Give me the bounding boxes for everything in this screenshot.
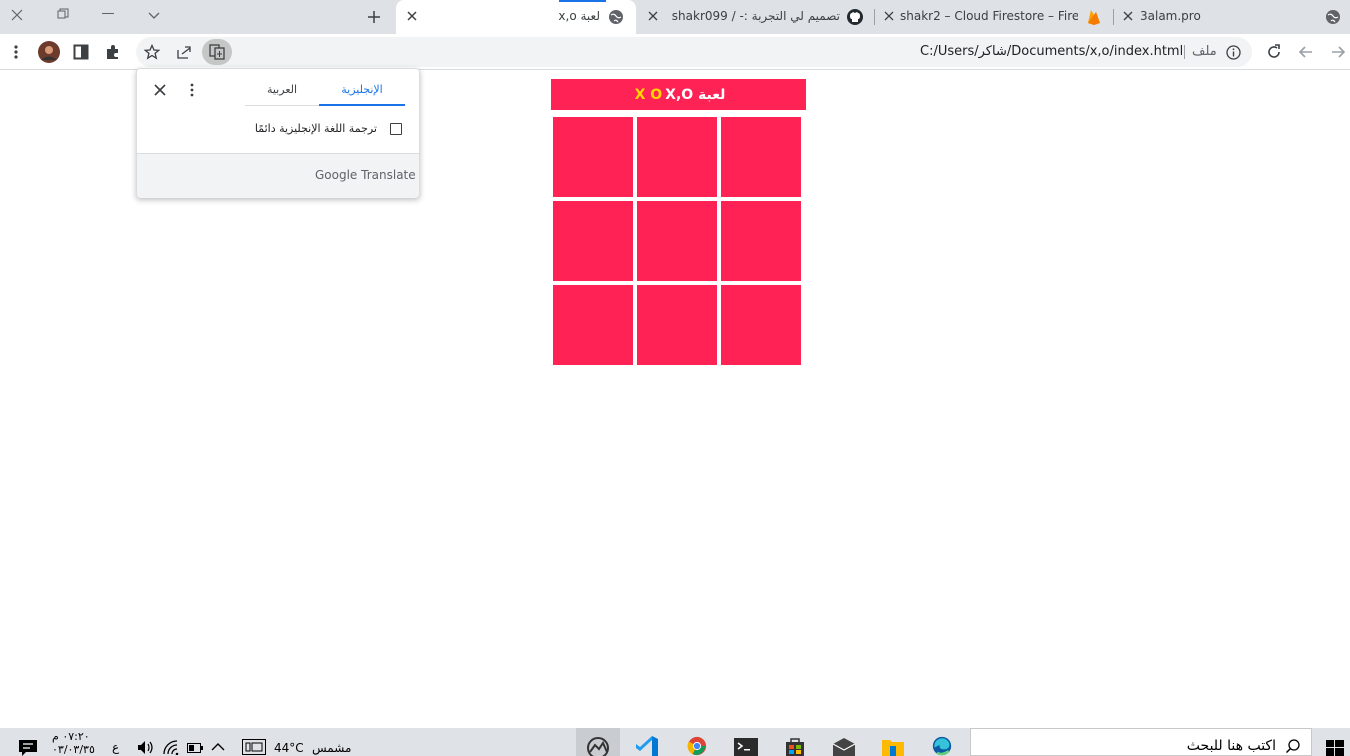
always-translate-checkbox[interactable] xyxy=(390,123,402,135)
url-text: C:/Users/شاكر/Documents/x,o/index.html xyxy=(920,44,1184,59)
forward-icon[interactable] xyxy=(1330,44,1346,60)
game-cell[interactable] xyxy=(721,285,801,365)
globe-icon xyxy=(608,9,624,25)
tab-english[interactable]: الإنجليزية xyxy=(319,79,405,106)
globe-icon xyxy=(1325,9,1341,25)
close-icon[interactable] xyxy=(154,84,166,96)
tab-title: shakr2 – Cloud Firestore – Fireba xyxy=(900,9,1078,23)
game-cell[interactable] xyxy=(721,117,801,197)
tab-strip: لعبة x,o تصميم لي التجربة :- / shakr099 … xyxy=(0,0,1350,34)
new-tab-button[interactable] xyxy=(366,9,382,25)
google-translate-logo: Google Translate xyxy=(315,168,416,182)
profile-avatar[interactable] xyxy=(38,41,60,63)
game-cell[interactable] xyxy=(553,285,633,365)
translate-footer: Google Translate xyxy=(137,153,419,198)
game-cell[interactable] xyxy=(637,285,717,365)
game-title: لعبة X,O X O xyxy=(551,79,806,110)
windows-start-icon[interactable] xyxy=(1326,740,1344,756)
tab-loading-indicator xyxy=(559,0,606,2)
extensions-icon[interactable] xyxy=(105,44,121,60)
restore-window-icon[interactable] xyxy=(57,8,69,20)
chrome-icon[interactable] xyxy=(686,736,708,756)
firebase-icon xyxy=(1086,8,1102,26)
bookmark-star-icon[interactable] xyxy=(144,44,160,60)
volume-icon[interactable] xyxy=(137,740,155,755)
browser-toolbar: C:/Users/شاكر/Documents/x,o/index.html م… xyxy=(0,34,1350,70)
game-cell[interactable] xyxy=(721,201,801,281)
weather-icon[interactable] xyxy=(242,739,266,755)
notification-icon[interactable] xyxy=(18,739,38,756)
side-panel-icon[interactable] xyxy=(73,44,89,60)
chevron-up-icon[interactable] xyxy=(211,742,225,752)
translate-icon[interactable] xyxy=(202,39,232,65)
github-icon xyxy=(846,8,864,26)
url-prefix: ملف xyxy=(1192,44,1217,59)
share-icon[interactable] xyxy=(176,44,192,60)
always-translate-label: ترجمة اللغة الإنجليزية دائمًا xyxy=(254,122,377,135)
weather-desc[interactable]: مشمس xyxy=(312,741,351,755)
game-cell[interactable] xyxy=(553,117,633,197)
battery-icon[interactable] xyxy=(187,743,203,753)
tab-search-icon[interactable] xyxy=(148,9,160,21)
tab-title: لعبة x,o xyxy=(558,9,600,23)
photos-app[interactable] xyxy=(576,728,620,756)
game-cell[interactable] xyxy=(637,201,717,281)
menu-icon[interactable] xyxy=(10,44,22,60)
close-window-icon[interactable] xyxy=(10,8,24,22)
info-icon[interactable] xyxy=(1226,45,1241,60)
taskbar: اكتب هنا للبحث ٠٧:٢٠ م ٠٣/٠٣/٣٥ ع 44°C م… xyxy=(0,728,1350,756)
game-title-text: لعبة X,O xyxy=(665,86,726,103)
wifi-icon[interactable] xyxy=(163,740,179,755)
reload-icon[interactable] xyxy=(1266,44,1282,60)
terminal-icon[interactable] xyxy=(734,738,758,756)
google-wordmark: Google xyxy=(315,168,358,182)
close-tab-icon[interactable] xyxy=(1122,10,1134,22)
translate-wordmark: Translate xyxy=(361,168,416,182)
game-title-letters: X O xyxy=(634,86,663,103)
weather-temp[interactable]: 44°C xyxy=(274,741,304,755)
tab-title: 3alam.pro xyxy=(1140,9,1201,23)
close-tab-icon[interactable] xyxy=(647,10,659,22)
taskbar-search[interactable]: اكتب هنا للبحث xyxy=(970,728,1312,756)
minimize-window-icon[interactable] xyxy=(102,13,114,15)
clock-time[interactable]: ٠٧:٢٠ م xyxy=(52,730,90,743)
file-explorer-icon[interactable] xyxy=(881,737,905,756)
tab-title: تصميم لي التجربة :- / shakr099 xyxy=(671,9,840,23)
address-bar[interactable]: C:/Users/شاكر/Documents/x,o/index.html م… xyxy=(136,37,1252,67)
edge-icon[interactable] xyxy=(930,736,954,756)
back-icon[interactable] xyxy=(1298,44,1314,60)
close-tab-icon[interactable] xyxy=(883,10,895,22)
search-placeholder: اكتب هنا للبحث xyxy=(1186,738,1276,754)
store-icon[interactable] xyxy=(784,736,806,756)
game-cell[interactable] xyxy=(637,117,717,197)
vscode-icon[interactable] xyxy=(636,736,658,756)
more-options-icon[interactable] xyxy=(189,83,195,97)
clock-date[interactable]: ٠٣/٠٣/٣٥ xyxy=(52,743,95,756)
search-icon xyxy=(1285,738,1301,754)
tab-xo-game[interactable] xyxy=(396,0,636,34)
translate-popup: العربية الإنجليزية ترجمة اللغة الإنجليزي… xyxy=(136,68,420,198)
tab-arabic[interactable]: العربية xyxy=(245,79,319,106)
game-cell[interactable] xyxy=(553,201,633,281)
input-language[interactable]: ع xyxy=(112,740,119,754)
mail-icon[interactable] xyxy=(832,737,856,756)
close-tab-icon[interactable] xyxy=(406,10,418,22)
